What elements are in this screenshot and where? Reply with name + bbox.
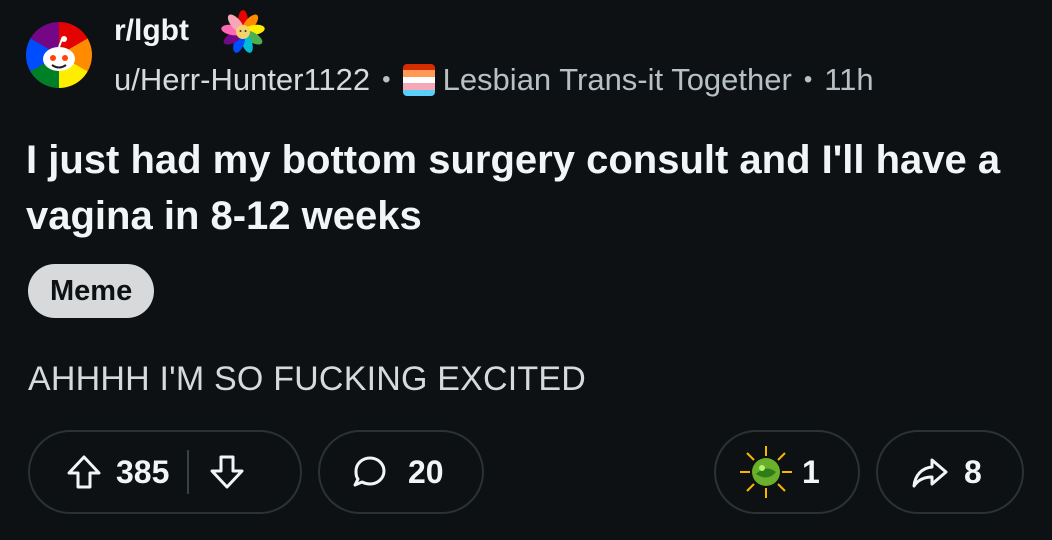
share-arrow-icon	[910, 452, 950, 492]
arrow-down-icon[interactable]	[207, 452, 247, 492]
arrow-up-icon[interactable]	[64, 452, 104, 492]
post-title: I just had my bottom surgery consult and…	[26, 138, 1001, 238]
post-body: AHHHH I'M SO FUCKING EXCITED	[28, 360, 587, 398]
award-button[interactable]: 1	[714, 430, 860, 514]
vote-divider	[187, 450, 190, 494]
subreddit-avatar[interactable]	[26, 22, 92, 88]
post-age: 11h	[824, 62, 874, 97]
separator-dot: •	[382, 66, 391, 93]
share-button[interactable]: 8	[876, 430, 1024, 514]
flair-tag[interactable]: Meme	[28, 264, 155, 318]
comment-count: 20	[408, 453, 444, 490]
upvote-count: 385	[116, 453, 170, 490]
post-meta: u/Herr-Hunter1122 • Lesbian Trans-it Tog…	[114, 62, 874, 98]
award-count: 1	[802, 453, 820, 490]
share-count: 8	[964, 453, 982, 490]
author-link[interactable]: u/Herr-Hunter1122	[114, 62, 370, 98]
user-flair: Lesbian Trans-it Together	[442, 62, 792, 97]
lesbian-trans-flag-icon	[402, 64, 435, 96]
snoo-icon	[43, 36, 75, 71]
post-header: r/lgbt u/Herr-Hunter1122 • Lesbian Trans	[26, 10, 1026, 100]
comments-button[interactable]: 20	[318, 430, 484, 514]
award-icon	[738, 444, 794, 500]
separator-dot: •	[803, 66, 813, 93]
subreddit-name[interactable]: r/lgbt	[114, 14, 189, 48]
vote-bar: 385	[28, 430, 302, 514]
rainbow-flower-icon	[221, 10, 265, 53]
speech-bubble-icon	[350, 452, 390, 492]
